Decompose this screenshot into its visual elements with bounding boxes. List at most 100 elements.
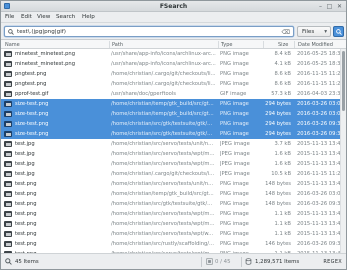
filter-dropdown[interactable]: Files ▾	[297, 26, 331, 37]
file-type-cell: PNG image	[220, 231, 249, 237]
image-file-icon	[4, 181, 12, 187]
table-row[interactable]: test.jpg/home/christian/src/servo/tests/…	[1, 139, 341, 149]
table-row[interactable]: test.png/home/christian/src/servo/tests/…	[1, 229, 341, 239]
title-bar[interactable]: FSearch – □ ✕	[1, 1, 346, 12]
menu-edit[interactable]: Edit	[21, 14, 32, 20]
scrollbar-thumb[interactable]	[342, 51, 345, 111]
close-icon[interactable]: ✕	[336, 3, 343, 10]
file-type-cell: JPEG image	[220, 171, 250, 177]
file-name-cell: test.jpg	[15, 171, 35, 177]
table-row[interactable]: size-test.png/home/christian/temp/gtk_bu…	[1, 109, 341, 119]
database-icon	[245, 258, 252, 265]
menu-file[interactable]: File	[5, 14, 14, 20]
file-type-cell: PNG image	[220, 221, 249, 227]
image-file-icon	[4, 51, 12, 57]
table-row[interactable]: test.png/home/christian/src/servo/tests/…	[1, 209, 341, 219]
file-size-cell: 1.1 kB	[274, 221, 291, 227]
maximize-icon[interactable]: □	[326, 3, 333, 10]
image-file-icon	[4, 121, 12, 127]
file-size-cell: 148 bytes	[265, 181, 291, 187]
column-name-header[interactable]: Name	[5, 42, 20, 48]
column-size-header[interactable]: Size	[278, 42, 288, 48]
file-name-cell: test.jpg	[15, 151, 35, 157]
file-date-cell: 2016-03-26 09:31	[297, 131, 341, 137]
table-row[interactable]: size-test.png/home/christian/temp/gtk_bu…	[1, 99, 341, 109]
file-name-cell: test.png	[15, 241, 37, 247]
table-row[interactable]: size-test.png/home/christian/src/gtk/tes…	[1, 129, 341, 139]
file-date-cell: 2015-11-13 13:49	[297, 141, 341, 147]
file-path-cell: /home/christian/src/servo/tests/unit/n..…	[111, 181, 214, 187]
image-file-icon	[4, 71, 12, 77]
file-size-cell: 1.6 kB	[274, 151, 291, 157]
table-row[interactable]: test.png/home/christian/src/servo/tests/…	[1, 219, 341, 229]
search-query-text: test\.(jpg|png|gif)	[17, 29, 66, 35]
file-type-cell: PNG image	[220, 111, 249, 117]
selection-count: 0 / 45	[215, 259, 231, 265]
app-window: FSearch – □ ✕ File Edit View Search Help…	[0, 0, 347, 270]
file-name-cell: test.png	[15, 181, 37, 187]
file-date-cell: 2016-03-26 03:06	[297, 101, 341, 107]
file-path-cell: /home/christian/temp/gtk_build/src/gt...	[111, 111, 214, 117]
menu-help[interactable]: Help	[82, 14, 95, 20]
file-date-cell: 2016-04-03 23:36	[297, 91, 341, 97]
file-name-cell: pprof-test.gif	[15, 91, 49, 97]
file-size-cell: 1.1 kB	[274, 211, 291, 217]
image-file-icon	[4, 81, 12, 87]
table-row[interactable]: test.png/home/christian/src/gtk/testsuit…	[1, 199, 341, 209]
file-path-cell: /home/christian/src/servo/tests/unit/n..…	[111, 141, 214, 147]
file-date-cell: 2015-11-13 13:49	[297, 221, 341, 227]
menu-view[interactable]: View	[37, 14, 50, 20]
search-icon	[336, 29, 342, 35]
image-file-icon	[4, 91, 12, 97]
file-path-cell: /home/christian/src/servo/tests/wpt/m...	[111, 161, 215, 167]
file-type-cell: PNG image	[220, 181, 249, 187]
file-size-cell: 8.6 kB	[274, 81, 291, 87]
column-type-header[interactable]: Type	[221, 42, 232, 48]
image-file-icon	[4, 171, 12, 177]
table-row[interactable]: test.png/home/christian/src/rustly/scaff…	[1, 239, 341, 249]
table-row[interactable]: test.jpg/home/christian/src/servo/tests/…	[1, 149, 341, 159]
file-path-cell: /home/christian/src/gtk/testsuite/gtk/..…	[111, 131, 213, 137]
menu-search[interactable]: Search	[56, 14, 75, 20]
file-date-cell: 2016-03-26 09:31	[297, 121, 341, 127]
file-name-cell: size-test.png	[15, 131, 49, 137]
column-separator	[263, 41, 264, 48]
file-name-cell: test.png	[15, 201, 37, 207]
table-row[interactable]: pngtest.png/home/christian/.cargo/git/ch…	[1, 79, 341, 89]
table-row[interactable]: test.png/home/christian/src/servo/tests/…	[1, 179, 341, 189]
image-file-icon	[4, 151, 12, 157]
table-row[interactable]: test.png/home/christian/temp/gtk_build/s…	[1, 189, 341, 199]
results-list[interactable]: minetest_minetest.png/usr/share/app-info…	[1, 49, 346, 253]
results-scrollbar[interactable]	[340, 49, 346, 253]
table-row[interactable]: test.jpg/home/christian/src/servo/tests/…	[1, 159, 341, 169]
table-row[interactable]: minetest_minetest.png/usr/share/app-info…	[1, 59, 341, 69]
selection-icon	[206, 258, 213, 265]
status-bar: 45 Items 0 / 45 1,289,571 Items REGEX	[1, 253, 346, 269]
file-type-cell: PNG image	[220, 201, 249, 207]
minimize-icon[interactable]: –	[317, 3, 324, 10]
file-size-cell: 294 bytes	[265, 101, 291, 107]
file-name-cell: test.png	[15, 211, 37, 217]
search-input[interactable]: test\.(jpg|png|gif) ⌫	[4, 26, 294, 37]
file-path-cell: /home/christian/src/servo/tests/wpt/w...	[111, 231, 214, 237]
file-name-cell: minetest_minetest.png	[15, 61, 75, 67]
file-type-cell: GIF image	[220, 91, 247, 97]
table-row[interactable]: test.jpg/home/christian/.cargo/git/check…	[1, 169, 341, 179]
table-row[interactable]: pprof-test.gif/usr/share/doc/gperftools G…	[1, 89, 341, 99]
file-size-cell: 146 bytes	[265, 241, 291, 247]
toolbar: test\.(jpg|png|gif) ⌫ Files ▾	[1, 23, 346, 40]
find-button[interactable]	[333, 26, 344, 37]
table-row[interactable]: minetest_minetest.png/usr/share/app-info…	[1, 49, 341, 59]
regex-mode-indicator[interactable]: REGEX	[323, 259, 342, 265]
clear-icon[interactable]: ⌫	[282, 29, 290, 36]
column-path-header[interactable]: Path	[112, 42, 123, 48]
image-file-icon	[4, 141, 12, 147]
file-date-cell: 2016-05-25 18:31	[297, 51, 341, 57]
file-name-cell: size-test.png	[15, 111, 49, 117]
table-row[interactable]: size-test.png/home/christian/src/gtk/tes…	[1, 119, 341, 129]
file-size-cell: 4.1 kB	[274, 61, 291, 67]
column-date-header[interactable]: Date Modified	[298, 42, 333, 48]
table-row[interactable]: pngtest.png/home/christian/.cargo/git/ch…	[1, 69, 341, 79]
file-name-cell: test.png	[15, 191, 37, 197]
column-separator	[218, 41, 219, 48]
